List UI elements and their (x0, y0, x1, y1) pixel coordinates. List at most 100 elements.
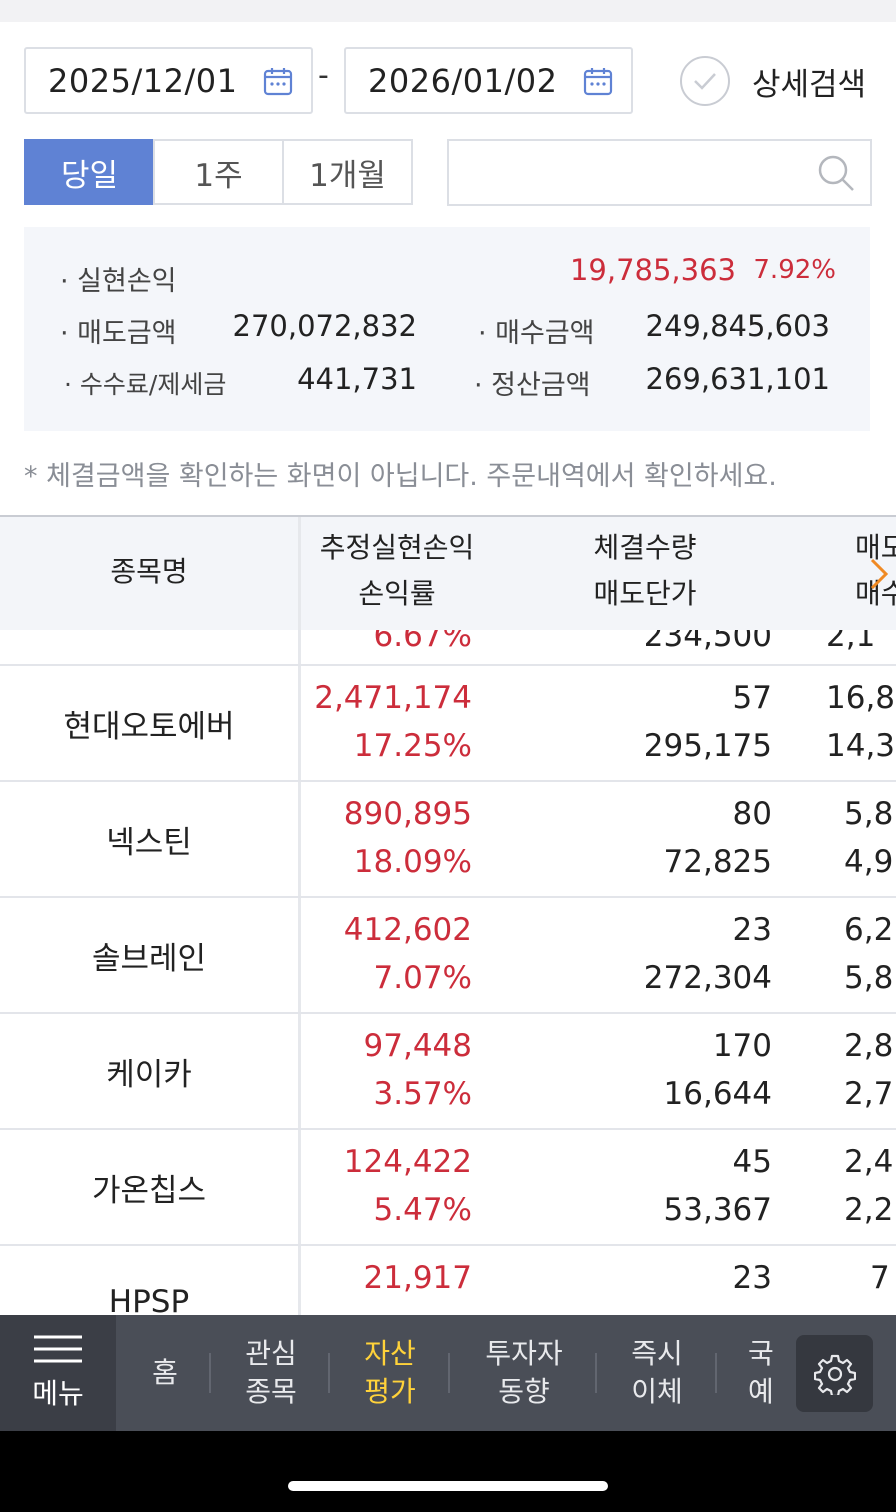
period-1month-button[interactable]: 1개월 (282, 139, 413, 205)
nav-separator (715, 1353, 717, 1393)
stock-search-input[interactable] (465, 141, 805, 201)
sell-amount: 7 (870, 1260, 890, 1296)
nav-watchlist[interactable]: 관심 종목 (226, 1315, 316, 1431)
nav-label: 즉시 (631, 1337, 683, 1370)
buy-amount: 2,2 (844, 1192, 894, 1228)
header-filled-qty[interactable]: 체결수량 (560, 525, 730, 571)
header-pl-rate[interactable]: 손익률 (300, 571, 494, 617)
est-pl: 2,471,174 (314, 680, 472, 716)
table-row[interactable]: 넥스틴 890,895 18.09% 80 72,825 5,8 4,9 (0, 782, 896, 898)
sell-price: 272,304 (643, 960, 772, 996)
nav-instant-transfer[interactable]: 즉시 이체 (612, 1315, 702, 1431)
sell-price: 16,644 (663, 1076, 772, 1112)
sell-price: 53,367 (663, 1192, 772, 1228)
nav-label: 동향 (498, 1375, 550, 1408)
table-row[interactable]: 가온칩스 124,422 5.47% 45 53,367 2,4 2,2 (0, 1130, 896, 1246)
filled-qty: 170 (712, 1028, 772, 1064)
nav-next-item[interactable]: 국 예 (732, 1315, 792, 1431)
sell-amount: 16,8 (826, 680, 896, 716)
nav-label: 관심 (245, 1337, 297, 1370)
nav-investor-trend[interactable]: 투자자 동향 (466, 1315, 582, 1431)
search-icon[interactable] (816, 153, 856, 193)
header-est-pl[interactable]: 추정실현손익 (300, 525, 494, 571)
fee-tax-value: 441,731 (297, 362, 417, 396)
stock-name: 솔브레인 (91, 940, 207, 977)
nav-separator (595, 1353, 597, 1393)
sell-price: 234,500 (643, 630, 772, 654)
header-stock-name[interactable]: 종목명 (0, 549, 298, 595)
sell-price: 295,175 (643, 728, 772, 764)
sell-amount: 6,2 (844, 912, 894, 948)
notice-text: * 체결금액을 확인하는 화면이 아닙니다. 주문내역에서 확인하세요. (24, 461, 777, 492)
stock-name: 케이카 (106, 1056, 192, 1093)
period-1week-button[interactable]: 1주 (153, 139, 284, 205)
filled-qty: 23 (732, 1260, 772, 1296)
nav-label: 홈 (152, 1356, 178, 1389)
bottom-navigation: 메뉴 홈 관심 종목 자산 평가 투자자 동향 즉시 이체 국 예 (0, 1315, 896, 1431)
fee-tax-label: · 수수료/제세금 (64, 370, 227, 399)
settings-button[interactable] (796, 1335, 873, 1412)
pl-rate: 18.09% (353, 844, 472, 880)
table-row[interactable]: 현대오토에버 2,471,174 17.25% 57 295,175 16,8 … (0, 666, 896, 782)
calendar-icon[interactable] (583, 66, 613, 96)
nav-label: 국 (748, 1337, 774, 1370)
table-row[interactable]: HPSP 21,917 23 7 (0, 1246, 896, 1315)
table-row[interactable]: 케이카 97,448 3.57% 170 16,644 2,8 2,7 (0, 1014, 896, 1130)
period-selector: 당일 1주 1개월 (24, 139, 413, 205)
buy-amount-value: 249,845,603 (645, 309, 831, 343)
sell-amount: 2,4 (844, 1144, 894, 1180)
check-icon[interactable] (680, 56, 730, 106)
nav-separator (448, 1353, 450, 1393)
buy-amount: 5,8 (844, 960, 894, 996)
filled-qty: 80 (732, 796, 772, 832)
settlement-label: · 정산금액 (474, 370, 591, 401)
start-date-text: 2025/12/01 (48, 61, 238, 100)
start-date-field[interactable]: 2025/12/01 (24, 47, 313, 114)
nav-label: 이체 (631, 1375, 683, 1408)
buy-amount-label: · 매수금액 (478, 318, 595, 349)
end-date-field[interactable]: 2026/01/02 (344, 47, 633, 114)
stock-name: HPSP (108, 1284, 190, 1315)
summary-panel: · 실현손익 19,785,363 7.92% · 매도금액 270,072,8… (24, 227, 870, 431)
nav-label: 종목 (245, 1375, 297, 1408)
buy-amount: 2,1 (826, 630, 876, 654)
header-sell-price[interactable]: 매도단가 (560, 571, 730, 617)
pl-rate: 17.25% (353, 728, 472, 764)
nav-label: 평가 (364, 1375, 416, 1408)
stock-search-box[interactable] (447, 139, 872, 206)
detail-search-label: 상세검색 (752, 66, 867, 103)
nav-separator (328, 1353, 330, 1393)
menu-button[interactable]: 메뉴 (0, 1315, 116, 1431)
nav-label: 자산 (364, 1337, 416, 1370)
realized-pl-rate: 7.92% (753, 255, 836, 285)
table-header: 종목명 추정실현손익 손익률 체결수량 매도단가 매도 매수 (0, 515, 896, 630)
end-date-text: 2026/01/02 (368, 61, 558, 100)
detail-search-toggle[interactable]: 상세검색 (680, 56, 866, 106)
buy-amount: 2,7 (844, 1076, 894, 1112)
pl-rate: 5.47% (373, 1192, 472, 1228)
calendar-icon[interactable] (263, 66, 293, 96)
nav-label: 투자자 (485, 1337, 563, 1370)
pl-rate: 6.67% (373, 630, 472, 654)
est-pl: 890,895 (343, 796, 472, 832)
est-pl: 97,448 (363, 1028, 472, 1064)
system-home-area (0, 1431, 896, 1512)
stock-name: 현대오토에버 (63, 708, 235, 745)
realized-pl-value: 19,785,363 (569, 253, 736, 287)
top-strip (0, 0, 896, 22)
buy-amount: 14,3 (826, 728, 896, 764)
filled-qty: 23 (732, 912, 772, 948)
table-row[interactable]: 솔브레인 412,602 7.07% 23 272,304 6,2 5,8 (0, 898, 896, 1014)
nav-separator (209, 1353, 211, 1393)
home-indicator[interactable] (288, 1481, 608, 1491)
sell-price: 72,825 (663, 844, 772, 880)
settlement-value: 269,631,101 (645, 362, 831, 396)
chevron-right-icon[interactable] (866, 557, 892, 591)
sell-amount: 5,8 (844, 796, 894, 832)
nav-label: 예 (748, 1375, 774, 1408)
period-today-button[interactable]: 당일 (24, 139, 155, 205)
nav-asset-evaluation[interactable]: 자산 평가 (345, 1315, 435, 1431)
table-row[interactable]: 6.67% 234,500 2,1 (0, 630, 896, 666)
nav-home[interactable]: 홈 (130, 1315, 200, 1431)
est-pl: 412,602 (343, 912, 472, 948)
